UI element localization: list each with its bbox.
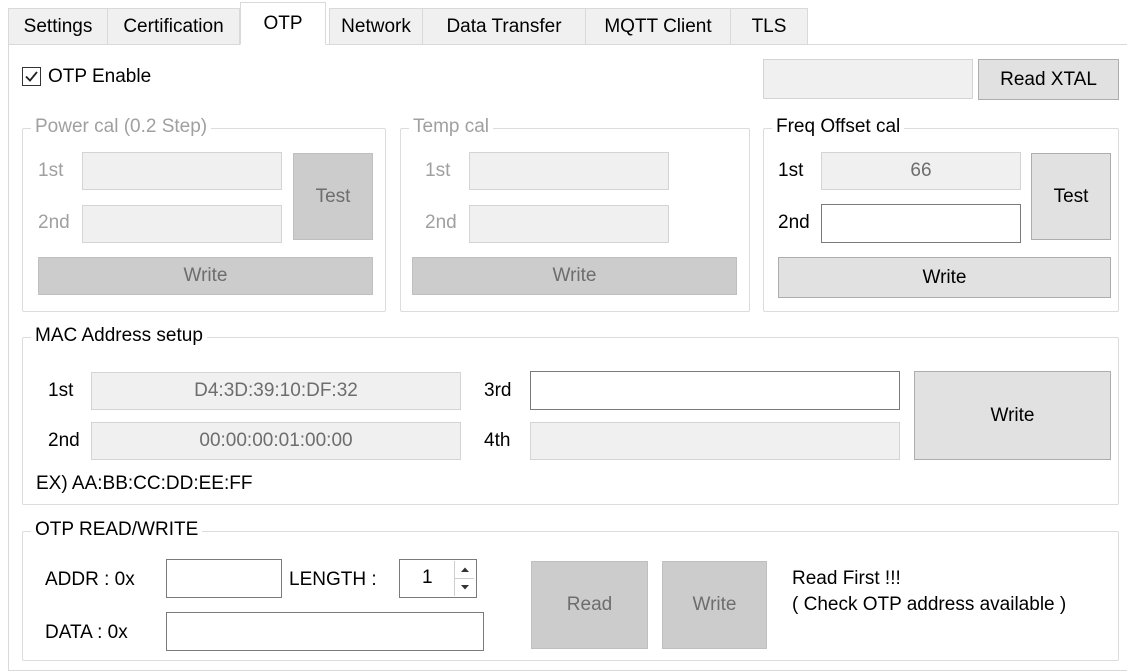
temp-cal-first-input[interactable] — [469, 152, 669, 190]
power-cal-first-input[interactable] — [82, 152, 282, 190]
freq-cal-first-label: 1st — [778, 160, 804, 181]
read-first-note: Read First !!! — [792, 568, 901, 589]
addr-input[interactable] — [166, 559, 282, 598]
power-cal-second-input[interactable] — [82, 205, 282, 243]
temp-cal-title: Temp cal — [409, 116, 494, 138]
freq-offset-cal-title: Freq Offset cal — [772, 116, 905, 138]
freq-cal-second-label: 2nd — [778, 212, 810, 233]
mac-address-title: MAC Address setup — [31, 325, 207, 347]
tab-settings[interactable]: Settings — [8, 8, 108, 44]
mac-first-input[interactable]: D4:3D:39:10:DF:32 — [91, 372, 461, 410]
otp-read-write-title: OTP READ/WRITE — [31, 519, 203, 541]
mac-first-label: 1st — [48, 380, 74, 401]
temp-cal-first-label: 1st — [425, 160, 451, 181]
otp-read-button[interactable]: Read — [531, 561, 648, 649]
power-cal-second-label: 2nd — [38, 212, 70, 233]
tab-otp[interactable]: OTP — [240, 2, 326, 45]
tab-data-transfer[interactable]: Data Transfer — [422, 8, 586, 44]
otp-write-button[interactable]: Write — [662, 561, 767, 649]
otp-enable-label: OTP Enable — [48, 66, 152, 87]
read-xtal-button[interactable]: Read XTAL — [978, 59, 1119, 100]
data-label: DATA : 0x — [45, 622, 128, 643]
tab-mqtt-client[interactable]: MQTT Client — [585, 8, 731, 44]
mac-example-text: EX) AA:BB:CC:DD:EE:FF — [36, 473, 253, 494]
power-cal-title: Power cal (0.2 Step) — [31, 116, 212, 138]
length-value: 1 — [422, 567, 433, 588]
temp-cal-second-input[interactable] — [469, 205, 669, 243]
freq-cal-first-input[interactable]: 66 — [821, 152, 1021, 190]
tab-network[interactable]: Network — [329, 8, 423, 44]
mac-fourth-input[interactable] — [530, 422, 900, 460]
power-cal-write-button[interactable]: Write — [38, 257, 373, 295]
tab-certification[interactable]: Certification — [107, 8, 240, 44]
mac-third-label: 3rd — [484, 380, 512, 401]
mac-third-input[interactable] — [530, 371, 900, 410]
tab-tls[interactable]: TLS — [730, 8, 808, 44]
temp-cal-write-button[interactable]: Write — [412, 257, 737, 295]
power-cal-first-label: 1st — [38, 160, 64, 181]
length-increment-button[interactable] — [454, 561, 474, 579]
mac-second-label: 2nd — [48, 430, 80, 451]
arrow-up-icon — [460, 567, 469, 572]
power-cal-test-button[interactable]: Test — [293, 153, 373, 240]
xtal-value-field[interactable] — [763, 59, 973, 99]
length-decrement-button[interactable] — [454, 579, 474, 596]
check-address-note: ( Check OTP address available ) — [792, 594, 1067, 615]
mac-fourth-label: 4th — [484, 430, 511, 451]
addr-label: ADDR : 0x — [45, 569, 135, 590]
check-icon — [25, 71, 38, 82]
arrow-down-icon — [460, 585, 469, 590]
mac-write-button[interactable]: Write — [914, 371, 1111, 460]
length-label: LENGTH : — [289, 569, 377, 590]
temp-cal-second-label: 2nd — [425, 212, 457, 233]
freq-cal-test-button[interactable]: Test — [1031, 153, 1111, 240]
mac-second-input[interactable]: 00:00:00:01:00:00 — [91, 422, 461, 460]
otp-enable-checkbox[interactable] — [22, 67, 41, 86]
freq-cal-second-input[interactable] — [821, 204, 1021, 243]
tab-strip: Settings Certification OTP Network Data … — [0, 0, 1127, 45]
data-input[interactable] — [166, 612, 484, 651]
freq-cal-write-button[interactable]: Write — [778, 257, 1111, 298]
